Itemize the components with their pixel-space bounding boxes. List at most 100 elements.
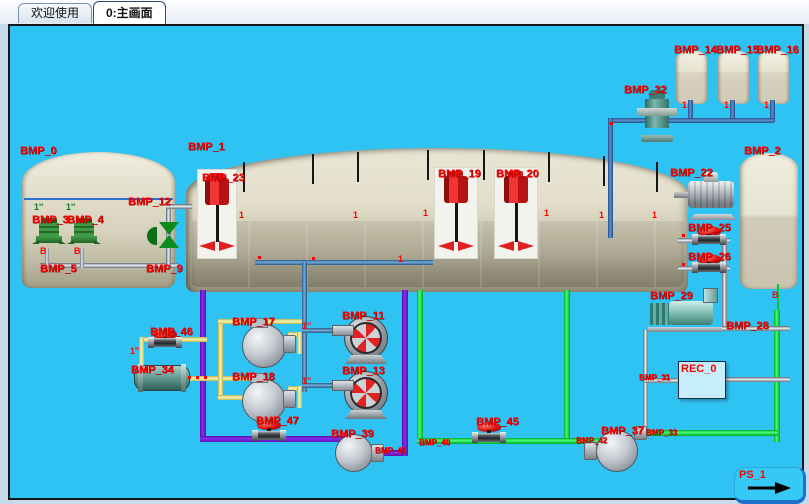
equipment-label-bmp_17: BMP_17 — [232, 316, 275, 328]
mixer-shaft — [515, 203, 518, 242]
equipment-label-bmp_45: BMP_45 — [476, 416, 519, 428]
motor-bmp22[interactable] — [682, 172, 744, 220]
pump-base — [648, 327, 722, 332]
gauge-tick — [603, 156, 605, 186]
equipment-label-bmp_26: BMP_26 — [688, 251, 731, 263]
gauge-marker: 1'' — [66, 202, 75, 212]
tank-bmp2 — [740, 153, 798, 289]
pipe — [608, 118, 613, 238]
equipment-label-bmp_12: BMP_12 — [128, 196, 171, 208]
mixer-shaft — [455, 203, 458, 242]
ps1-label: PS_1 — [739, 469, 766, 481]
pipe — [218, 319, 223, 399]
tab-welcome[interactable]: 欢迎使用 — [18, 3, 92, 23]
equipment-label-bmp_20: BMP_20 — [496, 168, 539, 180]
motor-stand — [690, 214, 736, 220]
pump-inlet — [332, 325, 354, 336]
gauge-marker: 1 — [724, 100, 729, 110]
gauge-marker: 1'' — [130, 346, 139, 356]
equipment-label-bmp_39: BMP_39 — [331, 428, 374, 440]
pipe — [610, 118, 774, 123]
mixer-propeller — [199, 239, 235, 251]
equipment-label-bmp_15: BMP_15 — [716, 44, 759, 56]
valve-body — [148, 338, 182, 347]
pipe-tick-marker — [682, 263, 685, 266]
mixer-panel-bmp20 — [495, 168, 537, 258]
valve-body — [692, 263, 726, 272]
pump-base — [71, 236, 97, 243]
pump-flange — [283, 335, 296, 353]
gauge-marker: 1 — [544, 208, 549, 218]
equipment-label-bmp_29: BMP_29 — [650, 290, 693, 302]
equipment-label-bmp_2: BMP_2 — [744, 145, 781, 157]
equipment-label-bmp_9: BMP_9 — [146, 263, 183, 275]
mixer-propeller — [498, 239, 534, 251]
pump-motor — [650, 303, 670, 325]
equipment-label-bmp_16: BMP_16 — [756, 44, 799, 56]
equipment-label-bmp_1: BMP_1 — [188, 141, 225, 153]
gauge-tick — [483, 150, 485, 180]
pipe — [564, 290, 570, 444]
pipe — [402, 290, 408, 456]
pump-pedestal — [345, 410, 387, 419]
pump-bmp32[interactable] — [641, 90, 673, 142]
valve-body — [692, 235, 726, 244]
mixer-bmp20[interactable] — [495, 168, 537, 258]
pipe — [200, 290, 206, 442]
gauge-tick — [312, 154, 314, 184]
valve-body — [252, 431, 286, 440]
equipment-label-bmp_19: BMP_19 — [438, 168, 481, 180]
valve-body — [472, 433, 506, 442]
hmi-window: { "tabs": [ {"label": "欢迎使用", "active": … — [0, 0, 809, 504]
pump-volute — [242, 324, 286, 368]
valve-bmp12[interactable] — [156, 220, 182, 250]
equipment-label-bmp_47: BMP_47 — [256, 415, 299, 427]
gauge-marker: B — [40, 246, 47, 256]
pump-base — [36, 236, 62, 243]
tank-bmp16 — [758, 50, 789, 104]
gauge-tick — [357, 152, 359, 182]
equipment-label-bmp_14: BMP_14 — [674, 44, 717, 56]
mixer-propeller — [438, 239, 474, 251]
equipment-label-bmp_31: BMP_31 — [639, 373, 670, 382]
mixer-panel-bmp19 — [435, 168, 477, 258]
equipment-label-bmp_37: BMP_37 — [601, 425, 644, 437]
pump-flange — [637, 108, 677, 116]
gauge-marker: 1 — [764, 100, 769, 110]
gauge-marker: 1 — [599, 210, 604, 220]
pump-impeller — [350, 377, 382, 409]
equipment-label-bmp_46: BMP_46 — [150, 326, 193, 338]
mixer-bmp19[interactable] — [435, 168, 477, 258]
mixer-motor — [504, 176, 528, 203]
equipment-label-bmp_25: BMP_25 — [688, 222, 731, 234]
equipment-label-bmp_3: BMP_3 — [32, 214, 69, 226]
mixer-shaft — [216, 205, 219, 242]
equipment-label-bmp_23: BMP_23 — [202, 172, 245, 184]
pump-impeller — [350, 322, 382, 354]
equipment-label-bmp_5: BMP_5 — [40, 263, 77, 275]
mixer-motor — [444, 176, 468, 203]
pipe-tick-marker — [610, 122, 613, 125]
pipe — [722, 377, 790, 382]
canvas: REC_0 — [8, 24, 804, 500]
valve-wedge — [159, 222, 179, 235]
pipe-tick-marker — [204, 376, 207, 379]
equipment-label-bmp_33: BMP_33 — [646, 428, 677, 437]
equipment-label-bmp_41: BMP_41 — [375, 446, 406, 455]
equipment-label-bmp_4: BMP_4 — [67, 214, 104, 226]
pipe — [255, 260, 433, 265]
rec-display[interactable]: REC_0 — [678, 361, 726, 399]
gauge-marker: 1'' — [302, 376, 311, 386]
pump-flange — [283, 390, 296, 408]
gauge-marker: B — [74, 246, 81, 256]
ps1-nav-button[interactable]: PS_1 — [734, 467, 806, 504]
gauge-marker: 1'' — [302, 321, 311, 331]
equipment-label-bmp_13: BMP_13 — [342, 365, 385, 377]
gauge-marker: 1 — [652, 210, 657, 220]
tank-bmp15 — [718, 50, 749, 104]
tab-main-screen[interactable]: 0:主画面 — [93, 1, 166, 24]
gauge-marker: 1 — [239, 210, 244, 220]
pump-inlet — [332, 380, 354, 391]
gauge-tick — [548, 152, 550, 182]
gauge-marker: 1 — [398, 254, 403, 264]
